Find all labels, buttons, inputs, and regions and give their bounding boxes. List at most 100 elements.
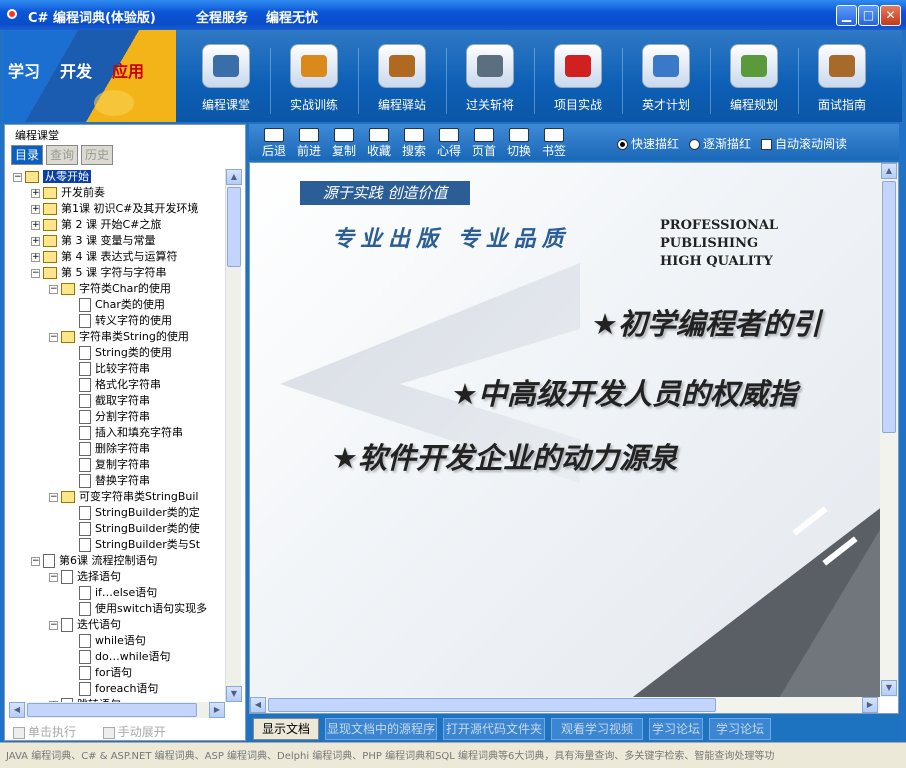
expand-icon[interactable]: + xyxy=(31,220,40,230)
tree-item[interactable]: for语句 xyxy=(67,665,132,681)
option-auto-scroll[interactable]: 自动滚动阅读 xyxy=(761,135,847,152)
collapse-icon[interactable]: − xyxy=(31,556,40,566)
scroll-up-icon[interactable]: ▲ xyxy=(881,163,897,179)
scroll-thumb[interactable] xyxy=(882,181,896,433)
radio-fast-trace[interactable] xyxy=(617,139,628,150)
tree-item[interactable]: StringBuilder类的使 xyxy=(67,521,200,537)
option-fast-trace[interactable]: 快速描红 xyxy=(617,135,679,152)
toolbar-button-8[interactable]: 书签 xyxy=(539,128,569,158)
maximize-button[interactable]: □ xyxy=(858,5,879,26)
doc-tab-0[interactable]: 显示文档 xyxy=(253,718,319,740)
tree-item[interactable]: 分割字符串 xyxy=(67,409,150,425)
collapse-icon[interactable]: − xyxy=(49,620,58,630)
toolbar-button-1[interactable]: 前进 xyxy=(294,128,324,158)
doc-tab-4[interactable]: 学习论坛 xyxy=(649,718,703,740)
tree-item[interactable]: − 可变字符串类StringBuil xyxy=(49,489,198,505)
scroll-right-icon[interactable]: ▶ xyxy=(209,702,225,718)
tree-item[interactable]: − 选择语句 xyxy=(49,569,121,585)
expand-icon[interactable]: + xyxy=(31,252,40,262)
toolbar-button-5[interactable]: 心得 xyxy=(434,128,464,158)
tree-horizontal-scrollbar[interactable]: ◀ ▶ xyxy=(9,702,225,718)
tree-item[interactable]: do…while语句 xyxy=(67,649,171,665)
h-scroll-thumb[interactable] xyxy=(268,698,716,712)
nav-button-0[interactable]: 编程课堂 xyxy=(184,40,268,118)
scroll-down-icon[interactable]: ▼ xyxy=(881,680,897,696)
document-vertical-scrollbar[interactable]: ▲ ▼ xyxy=(880,163,898,697)
scroll-up-icon[interactable]: ▲ xyxy=(226,169,242,185)
tree-item[interactable]: − 迭代语句 xyxy=(49,617,121,633)
toolbar-button-3[interactable]: 收藏 xyxy=(364,128,394,158)
minimize-button[interactable]: ▁ xyxy=(836,5,857,26)
tree-item[interactable]: StringBuilder类的定 xyxy=(67,505,200,521)
toolbar-button-7[interactable]: 切换 xyxy=(504,128,534,158)
nav-button-4[interactable]: 项目实战 xyxy=(536,40,620,118)
document-viewer[interactable]: 源于实践 创造价值 专业出版 专业品质 PROFESSIONAL PUBLISH… xyxy=(249,162,899,714)
tree-item[interactable]: 使用switch语句实现多 xyxy=(67,601,207,617)
nav-button-3[interactable]: 过关斩将 xyxy=(448,40,532,118)
collapse-icon[interactable]: − xyxy=(31,268,40,278)
scroll-down-icon[interactable]: ▼ xyxy=(226,686,242,702)
nav-button-7[interactable]: 面试指南 xyxy=(800,40,884,118)
tree-vertical-scrollbar[interactable]: ▲ ▼ xyxy=(225,169,242,702)
click-execute-checkbox[interactable] xyxy=(13,726,25,739)
collapse-icon[interactable]: − xyxy=(49,332,58,342)
tree-item[interactable]: − 字符串类String的使用 xyxy=(49,329,189,345)
document-horizontal-scrollbar[interactable]: ◀ ▶ xyxy=(250,697,880,713)
tree-item[interactable]: − 从零开始 xyxy=(13,169,91,185)
tree-item[interactable]: if…else语句 xyxy=(67,585,157,601)
auto-scroll-checkbox[interactable] xyxy=(761,139,772,150)
tree-item[interactable]: + 开发前奏 xyxy=(31,185,105,201)
tab-catalog[interactable]: 目录 xyxy=(11,145,43,165)
tree-item[interactable]: − 第 5 课 字符与字符串 xyxy=(31,265,167,281)
doc-tab-5[interactable]: 学习论坛 xyxy=(709,718,771,740)
title-bar[interactable]: C# 编程词典(体验版) 全程服务 编程无忧 ▁ □ ✕ xyxy=(0,0,906,30)
tree-item[interactable]: + 第1课 初识C#及其开发环境 xyxy=(31,201,198,217)
doc-tab-3[interactable]: 观看学习视频 xyxy=(551,718,643,740)
scroll-right-icon[interactable]: ▶ xyxy=(862,697,878,713)
tab-history[interactable]: 历史 xyxy=(81,145,113,165)
scroll-left-icon[interactable]: ◀ xyxy=(9,702,25,718)
nav-button-5[interactable]: 英才计划 xyxy=(624,40,708,118)
tree-item[interactable]: + 第 2 课 开始C#之旅 xyxy=(31,217,161,233)
h-scroll-thumb[interactable] xyxy=(27,703,197,717)
tree-item[interactable]: + 第 4 课 表达式与运算符 xyxy=(31,249,178,265)
nav-button-1[interactable]: 实战训练 xyxy=(272,40,356,118)
doc-tab-1[interactable]: 显现文档中的源程序 xyxy=(325,718,437,740)
nav-button-6[interactable]: 编程规划 xyxy=(712,40,796,118)
option-gradual-trace[interactable]: 逐渐描红 xyxy=(689,135,751,152)
toolbar-button-6[interactable]: 页首 xyxy=(469,128,499,158)
tab-search[interactable]: 查询 xyxy=(46,145,78,165)
close-button[interactable]: ✕ xyxy=(880,5,901,26)
collapse-icon[interactable]: − xyxy=(49,492,58,502)
nav-button-2[interactable]: 编程驿站 xyxy=(360,40,444,118)
tree-item[interactable]: − 第6课 流程控制语句 xyxy=(31,553,158,569)
tree-item[interactable]: + 第 3 课 变量与常量 xyxy=(31,233,156,249)
tree-item[interactable]: 删除字符串 xyxy=(67,441,150,457)
tree-item[interactable]: − 字符类Char的使用 xyxy=(49,281,171,297)
expand-icon[interactable]: + xyxy=(31,188,40,198)
toolbar-button-2[interactable]: 复制 xyxy=(329,128,359,158)
doc-tab-2[interactable]: 打开源代码文件夹 xyxy=(443,718,545,740)
tree-item[interactable]: String类的使用 xyxy=(67,345,172,361)
toolbar-button-0[interactable]: 后退 xyxy=(259,128,289,158)
tree-item[interactable]: 截取字符串 xyxy=(67,393,150,409)
scroll-left-icon[interactable]: ◀ xyxy=(250,697,266,713)
tree-item[interactable]: foreach语句 xyxy=(67,681,158,697)
tree-item[interactable]: 比较字符串 xyxy=(67,361,150,377)
expand-icon[interactable]: + xyxy=(31,236,40,246)
scroll-thumb[interactable] xyxy=(227,187,241,267)
tree-item[interactable]: 转义字符的使用 xyxy=(67,313,172,329)
tree-item[interactable]: 替换字符串 xyxy=(67,473,150,489)
collapse-icon[interactable]: − xyxy=(49,572,58,582)
tree-item[interactable]: Char类的使用 xyxy=(67,297,165,313)
tree-item[interactable]: 复制字符串 xyxy=(67,457,150,473)
tree-item[interactable]: 插入和填充字符串 xyxy=(67,425,183,441)
collapse-icon[interactable]: − xyxy=(13,172,22,182)
radio-gradual-trace[interactable] xyxy=(689,139,700,150)
collapse-icon[interactable]: − xyxy=(49,284,58,294)
manual-expand-checkbox[interactable] xyxy=(102,726,115,739)
tree-item[interactable]: while语句 xyxy=(67,633,146,649)
expand-icon[interactable]: + xyxy=(31,204,40,214)
tree-item[interactable]: StringBuilder类与St xyxy=(67,537,200,553)
toolbar-button-4[interactable]: 搜索 xyxy=(399,128,429,158)
